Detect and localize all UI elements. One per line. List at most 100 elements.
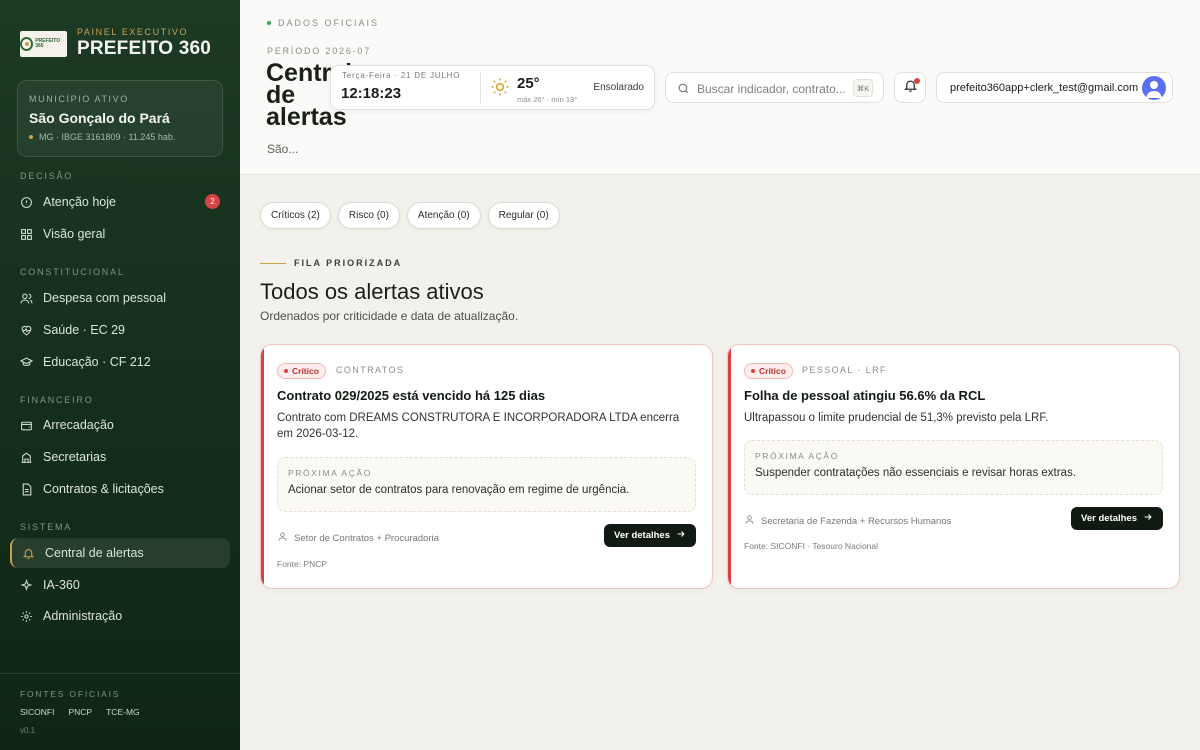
alert-owner: Secretaria de Fazenda + Recursos Humanos (744, 514, 951, 528)
filter-criticos[interactable]: Críticos (2) (260, 202, 331, 229)
alert-source: Fonte: SICONFI · Tesouro Nacional (744, 541, 879, 551)
sidebar-item-despesa-pessoal[interactable]: Despesa com pessoal (10, 283, 230, 313)
alert-category: PESSOAL · LRF (802, 365, 887, 375)
clock-time: 12:18:23 (341, 85, 402, 102)
graduation-cap-icon (20, 356, 33, 369)
logo-text: PREFEITO 360 (35, 37, 61, 49)
alert-card[interactable]: Crítico PESSOAL · LRF Folha de pessoal a… (727, 344, 1180, 589)
sidebar-item-label: Saúde · EC 29 (43, 323, 125, 337)
alert-card[interactable]: Crítico CONTRATOS Contrato 029/2025 está… (260, 344, 713, 589)
sidebar-item-label: Contratos & licitações (43, 482, 164, 496)
view-details-button[interactable]: Ver detalhes (1071, 507, 1163, 530)
weather-date: Terça-Feira · 21 DE JULHO (342, 71, 461, 80)
arrow-right-icon (1143, 512, 1153, 525)
severity-badge: Crítico (277, 363, 326, 379)
official-data-eyebrow: DADOS OFICIAIS (267, 18, 379, 28)
alert-owner: Setor de Contratos + Procuradoria (277, 531, 439, 545)
status-dot-icon (267, 21, 271, 25)
source-item[interactable]: PNCP (68, 707, 92, 717)
file-text-icon (20, 483, 33, 496)
arrow-right-icon (676, 529, 686, 542)
section-constitucional: CONSTITUCIONAL (20, 267, 125, 277)
section-subtitle: Ordenados por criticidade e data de atua… (260, 309, 519, 323)
severity-dot-icon (284, 369, 288, 373)
alert-title: Contrato 029/2025 está vencido há 125 di… (277, 388, 546, 403)
sidebar: PREFEITO 360 PAINEL EXECUTIVO PREFEITO 3… (0, 0, 240, 750)
search-icon (677, 82, 690, 95)
wallet-icon (20, 419, 33, 432)
municipality-info: MG · IBGE 3161809 · 11.245 hab. (39, 132, 176, 142)
period-label: PERÍODO 2026-07 (267, 46, 372, 56)
alert-title: Folha de pessoal atingiu 56.6% da RCL (744, 388, 986, 403)
notifications-button[interactable] (894, 72, 926, 103)
sidebar-item-central-alertas[interactable]: Central de alertas (10, 538, 230, 568)
brand[interactable]: PREFEITO 360 PAINEL EXECUTIVO PREFEITO 3… (20, 27, 211, 60)
sidebar-item-ia-360[interactable]: IA-360 (10, 570, 230, 600)
search-input[interactable]: Buscar indicador, contrato... ⌘K (665, 72, 884, 103)
notification-dot (914, 78, 920, 84)
alert-description: Ultrapassou o limite prudencial de 51,3%… (744, 412, 1049, 424)
temperature: 25° (517, 75, 540, 92)
section-financeiro: FINANCEIRO (20, 395, 94, 405)
weather-divider (480, 72, 481, 104)
button-label: Ver detalhes (614, 530, 670, 541)
severity-filters: Críticos (2) Risco (0) Atenção (0) Regul… (260, 202, 560, 229)
filter-regular[interactable]: Regular (0) (487, 202, 560, 229)
next-action-text: Suspender contratações não essenciais e … (755, 467, 1076, 479)
sidebar-item-label: Atenção hoje (43, 195, 116, 209)
sidebar-item-secretarias[interactable]: Secretarias (10, 442, 230, 472)
user-menu[interactable]: prefeito360app+clerk_test@gmail.com (936, 72, 1173, 103)
users-icon (20, 292, 33, 305)
grid-icon (20, 228, 33, 241)
eyebrow-text: DADOS OFICIAIS (278, 18, 380, 28)
sparkles-icon (20, 578, 33, 592)
prefeito360-logo: PREFEITO 360 (20, 30, 67, 57)
sidebar-item-contratos[interactable]: Contratos & licitações (10, 474, 230, 504)
filter-atencao[interactable]: Atenção (0) (406, 202, 481, 229)
municipality-card[interactable]: MUNICÍPIO ATIVO São Gonçalo do Pará MG ·… (17, 80, 223, 157)
sidebar-item-atencao-hoje[interactable]: Atenção hoje 2 (10, 187, 230, 217)
sidebar-item-label: Central de alertas (45, 546, 144, 560)
sidebar-item-arrecadacao[interactable]: Arrecadação (10, 410, 230, 440)
municipality-name: São Gonçalo do Pará (29, 110, 170, 126)
source-item[interactable]: TCE-MG (106, 707, 140, 717)
owner-text: Secretaria de Fazenda + Recursos Humanos (761, 515, 952, 527)
severity-badge: Crítico (744, 363, 793, 379)
bell-icon (22, 547, 35, 560)
user-email: prefeito360app+clerk_test@gmail.com (950, 82, 1139, 94)
next-action-box: PRÓXIMA AÇÃO Suspender contratações não … (744, 440, 1163, 495)
user-icon (277, 531, 288, 545)
sidebar-item-label: IA-360 (43, 578, 80, 592)
sidebar-item-label: Administração (43, 609, 123, 623)
settings-icon (20, 610, 33, 623)
button-label: Ver detalhes (1081, 513, 1137, 524)
search-placeholder: Buscar indicador, contrato... (697, 82, 846, 96)
alert-category: CONTRATOS (336, 365, 405, 375)
sidebar-item-educacao[interactable]: Educação · CF 212 (10, 347, 230, 377)
view-details-button[interactable]: Ver detalhes (604, 524, 696, 547)
municipality-label: MUNICÍPIO ATIVO (29, 94, 129, 104)
sidebar-item-label: Secretarias (43, 450, 107, 464)
sources-list: SICONFI PNCP TCE-MG (20, 707, 140, 717)
user-icon (744, 514, 755, 528)
next-action-label: PRÓXIMA AÇÃO (288, 468, 372, 478)
sun-icon (490, 77, 510, 97)
severity-dot-icon (751, 369, 755, 373)
sidebar-item-administracao[interactable]: Administração (10, 601, 230, 631)
source-item[interactable]: SICONFI (20, 707, 54, 717)
weather-condition: Ensolarado (593, 82, 644, 93)
sidebar-item-label: Visão geral (43, 227, 106, 241)
temperature-range: máx 26° · mín 13° (517, 95, 578, 104)
alert-count-badge: 2 (205, 194, 220, 209)
severity-label: Crítico (292, 366, 319, 376)
page-subtitle: São... (267, 142, 299, 156)
brand-title: PREFEITO 360 (77, 38, 212, 59)
sidebar-item-visao-geral[interactable]: Visão geral (10, 219, 230, 249)
alert-source: Fonte: PNCP (277, 559, 328, 569)
building-icon (20, 451, 33, 464)
brand-subtitle: PAINEL EXECUTIVO (77, 27, 189, 37)
filter-risco[interactable]: Risco (0) (337, 202, 400, 229)
sidebar-item-saude[interactable]: Saúde · EC 29 (10, 315, 230, 345)
keyboard-shortcut: ⌘K (853, 79, 873, 97)
sidebar-divider (0, 673, 240, 674)
